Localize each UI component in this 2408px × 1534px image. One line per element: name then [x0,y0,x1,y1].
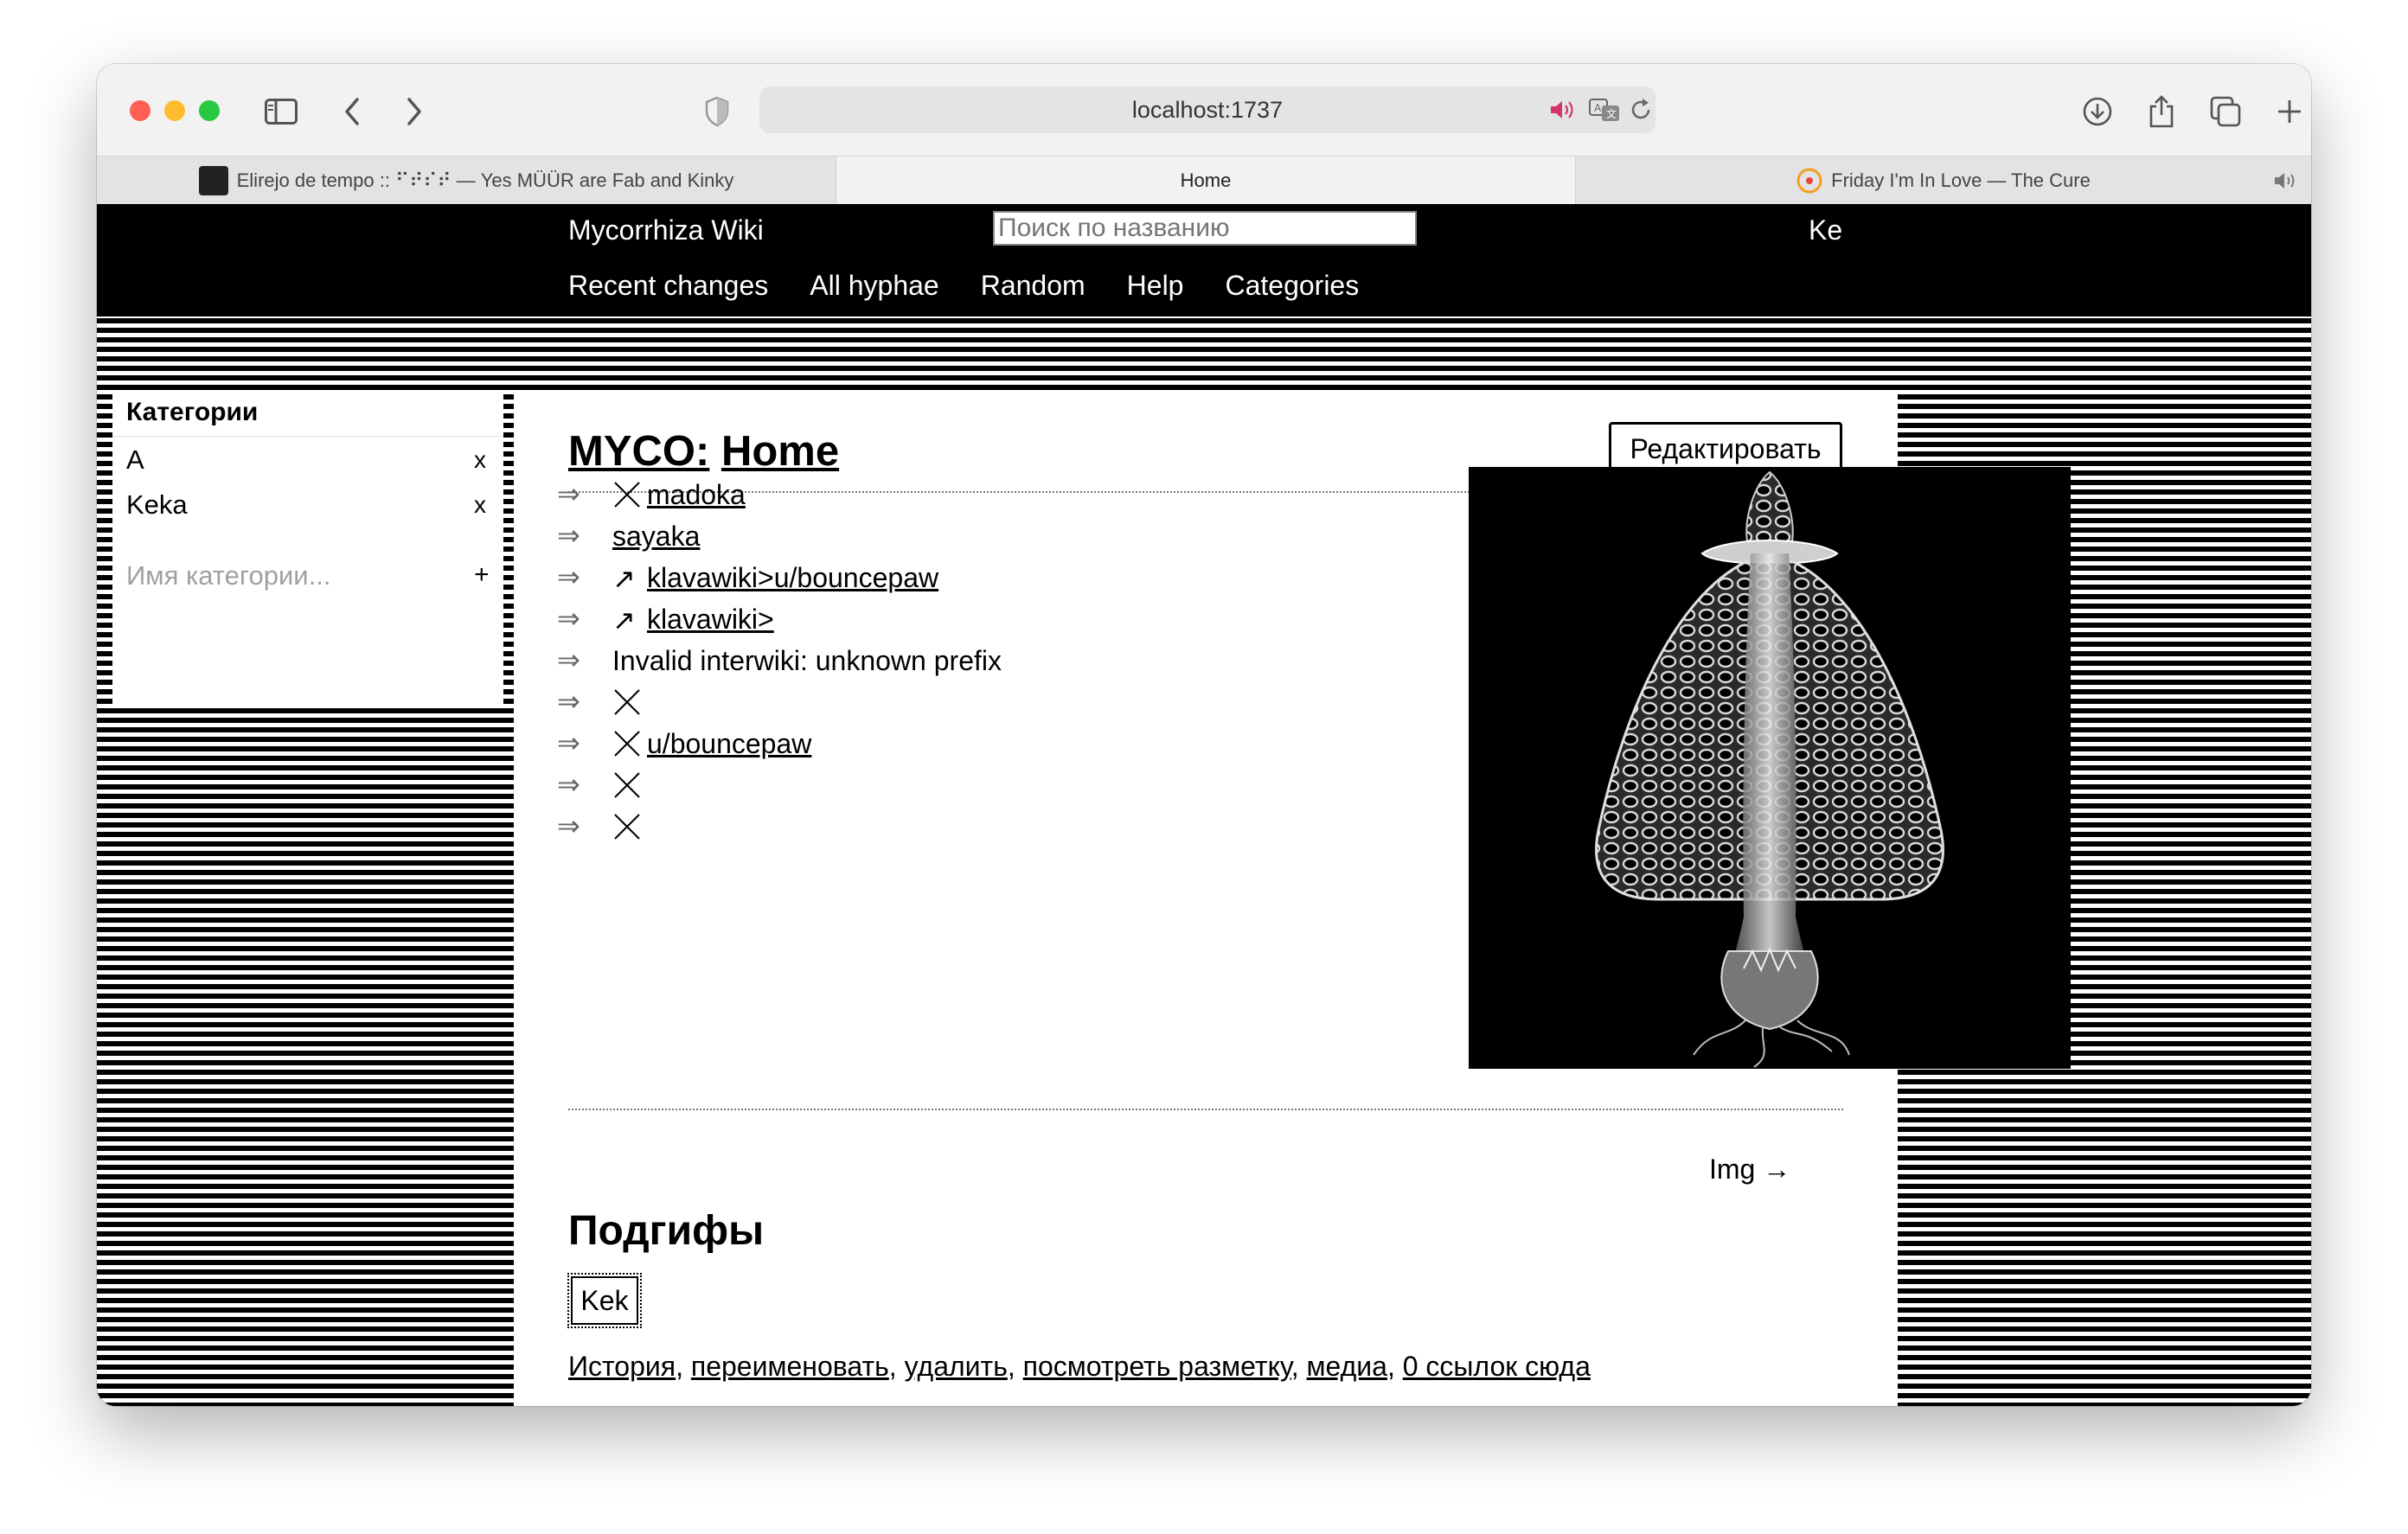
list-item: ⇒ sayaka [557,519,1076,553]
tab-favicon-icon [198,166,228,195]
close-window-button[interactable] [130,100,150,121]
new-tab-icon[interactable] [2266,88,2311,135]
speaker-icon[interactable] [1548,97,1578,123]
browser-window: localhost:1737 A文 Elirejo de tempo:: ⠋⠞… [97,64,2311,1406]
category-item-label[interactable]: Keka [126,489,188,521]
remove-category-button[interactable]: x [474,446,486,474]
site-title-link[interactable]: Mycorrhiza Wiki [568,214,764,246]
arrow-icon: ⇒ [557,478,580,509]
invalid-interwiki-text: Invalid interwiki: unknown prefix [612,645,1002,676]
hypha-title-link[interactable]: Home [721,428,839,475]
media-link[interactable]: медиа [1307,1351,1387,1382]
downloads-icon[interactable] [2074,88,2121,135]
category-item-label[interactable]: A [126,444,144,476]
list-item: ⇒ [557,809,1076,844]
arrow-icon: ⇒ [557,644,580,675]
list-item: ⇒ [557,685,1076,719]
external-link-icon: ↗ [612,604,636,636]
arrow-icon: ⇒ [557,769,580,800]
page-title: MYCO: Home [568,427,839,476]
nav-recent-changes[interactable]: Recent changes [568,270,768,302]
search-input[interactable] [993,211,1417,246]
privacy-shield-icon[interactable] [694,88,740,135]
tab-elirejo[interactable]: Elirejo de tempo :: ⠋⠞⠎⠞ — Yes MÜÜR are … [97,157,836,205]
list-item: ⇒ madoka [557,477,1076,512]
forward-icon[interactable] [391,88,438,135]
list-item: ⇒ ↗ klavawiki>u/bouncepaw [557,560,1076,595]
categories-title: Категории [126,398,259,426]
browser-toolbar: localhost:1737 A文 [97,64,2311,156]
music-favicon-icon [1796,168,1822,194]
tab-audio-icon[interactable] [2273,170,2299,191]
arrow-icon: ⇒ [557,686,580,717]
nav-all-hyphae[interactable]: All hyphae [810,270,938,302]
view-markup-link[interactable]: посмотреть разметку [1023,1351,1291,1382]
missing-link-cross-icon[interactable] [612,687,642,717]
arrow-icon: ⇒ [557,520,580,551]
content-divider [568,1109,1843,1110]
tab-home[interactable]: Home [836,157,1575,205]
link-sayaka[interactable]: sayaka [612,521,700,552]
missing-link-cross-icon [614,731,640,757]
arrow-icon: ⇒ [557,810,580,841]
sidebar-toggle-icon[interactable] [258,88,304,135]
list-item: ⇒ u/bouncepaw [557,726,1076,761]
svg-text:A: A [1594,102,1602,114]
site-header: Mycorrhiza Wiki Ke Recent changes All hy… [97,204,2311,316]
tab-label: Friday I'm In Love — The Cure [1831,169,2091,191]
tab-label: Home [1180,169,1232,191]
tab-overview-icon[interactable] [2202,88,2249,135]
minimize-window-button[interactable] [164,100,185,121]
missing-link-cross-icon[interactable] [612,812,642,841]
nav-help[interactable]: Help [1127,270,1184,302]
categories-panel: Категории A x Keka x Имя категории... + [112,391,503,706]
subhypha-kek-link[interactable]: Kek [567,1273,642,1328]
prefix-link[interactable]: MYCO: [568,428,709,475]
list-item: ⇒ [557,768,1076,802]
link-klavawiki[interactable]: klavawiki> [647,604,774,635]
tab-label: Elirejo de tempo :: ⠋⠞⠎⠞ — Yes MÜÜR are … [236,169,734,191]
translate-icon[interactable]: A文 [1588,97,1621,123]
backlinks-link[interactable]: 0 ссылок сюда [1403,1351,1591,1382]
main-nav: Recent changes All hyphae Random Help Ca… [568,270,1359,302]
link-klavawiki-bouncepaw[interactable]: klavawiki>u/bouncepaw [647,562,938,593]
missing-link-cross-icon [614,482,640,508]
svg-text:文: 文 [1606,107,1617,120]
link-madoka[interactable]: madoka [647,479,746,510]
arrow-icon: ⇒ [557,561,580,592]
external-link-icon: ↗ [612,563,636,594]
back-icon[interactable] [329,88,375,135]
arrow-icon: ⇒ [557,727,580,758]
rename-link[interactable]: переименовать [691,1351,889,1382]
web-page: Mycorrhiza Wiki Ke Recent changes All hy… [97,204,2311,1406]
share-icon[interactable] [2138,88,2185,135]
url-text: localhost:1737 [1131,97,1284,123]
missing-link-cross-icon[interactable] [612,770,642,800]
reload-icon[interactable] [1628,97,1654,123]
nav-random[interactable]: Random [981,270,1086,302]
header-divider [97,319,2311,323]
categories-divider [112,436,503,437]
nav-categories[interactable]: Categories [1225,270,1359,302]
delete-link[interactable]: удалить [905,1351,1008,1382]
arrow-icon: ⇒ [557,603,580,634]
list-item: ⇒ Invalid interwiki: unknown prefix [557,643,1076,678]
zoom-window-button[interactable] [199,100,220,121]
mushroom-image [1469,467,2071,1069]
main-content: MYCO: Home Редактировать ⇒ madoka ⇒ saya… [514,391,2071,1406]
history-link[interactable]: История [568,1351,676,1382]
add-category-button[interactable]: + [474,560,490,590]
tab-bar: Elirejo de tempo :: ⠋⠞⠎⠞ — Yes MÜÜR are … [97,156,2311,205]
link-u-bouncepaw[interactable]: u/bouncepaw [647,728,811,759]
user-link[interactable]: Ke [1809,214,1842,246]
address-bar[interactable]: localhost:1737 A文 [759,86,1656,133]
remove-category-button[interactable]: x [474,491,486,519]
tab-friday-im-in-love[interactable]: Friday I'm In Love — The Cure [1576,157,2311,205]
next-hypha-link[interactable]: Img → [1709,1154,1790,1186]
category-name-input[interactable]: Имя категории... [126,560,330,591]
list-item: ⇒ ↗ klavawiki> [557,602,1076,636]
subhyphae-heading: Подгифы [568,1208,765,1254]
hypha-actions: История, переименовать, удалить, посмотр… [568,1351,1591,1382]
